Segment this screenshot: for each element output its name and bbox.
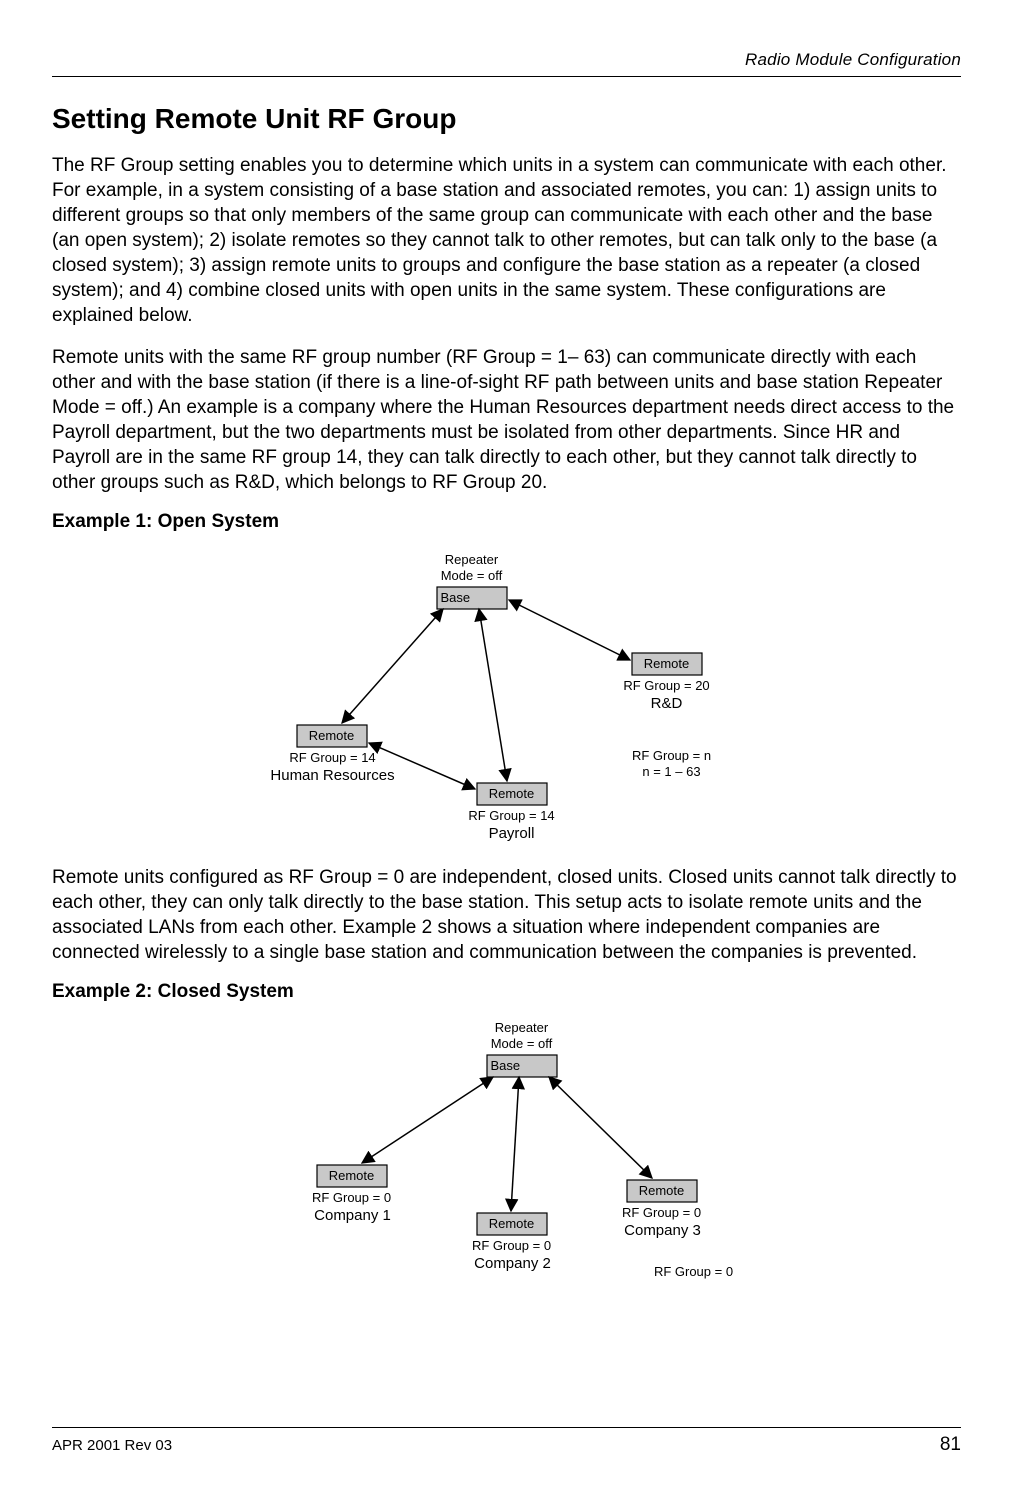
mode-label: Mode = off xyxy=(435,569,509,584)
n-group-label: RF Group = n xyxy=(617,749,727,764)
c3-group-label: RF Group = 0 xyxy=(615,1206,709,1221)
base-label: Base xyxy=(437,591,511,606)
base-label-2: Base xyxy=(487,1059,561,1074)
mode-label-2: Mode = off xyxy=(485,1037,559,1052)
paragraph-2: Remote units with the same RF group numb… xyxy=(52,345,961,495)
paragraph-3: Remote units configured as RF Group = 0 … xyxy=(52,865,961,965)
c3-name-label: Company 3 xyxy=(613,1222,713,1239)
rd-group-label: RF Group = 20 xyxy=(617,679,717,694)
c2-name-label: Company 2 xyxy=(463,1255,563,1272)
payroll-group-label: RF Group = 14 xyxy=(462,809,562,824)
header-rule xyxy=(52,76,961,77)
diagram-closed-system: Repeater Mode = off Base Remote RF Group… xyxy=(187,1015,827,1295)
diagram-open-system: Repeater Mode = off Base Remote RF Group… xyxy=(187,545,827,845)
footer: APR 2001 Rev 03 81 xyxy=(52,1427,961,1456)
payroll-remote-label: Remote xyxy=(477,787,547,802)
hr-remote-label: Remote xyxy=(297,729,367,744)
header-section: Radio Module Configuration xyxy=(52,50,961,70)
c1-remote-label: Remote xyxy=(317,1169,387,1184)
footer-left: APR 2001 Rev 03 xyxy=(52,1437,172,1454)
c1-group-label: RF Group = 0 xyxy=(305,1191,399,1206)
rd-name-label: R&D xyxy=(635,695,699,712)
paragraph-1: The RF Group setting enables you to dete… xyxy=(52,153,961,329)
page-number: 81 xyxy=(940,1434,961,1456)
repeater-label-2: Repeater xyxy=(487,1021,557,1036)
payroll-name-label: Payroll xyxy=(472,825,552,842)
c3-remote-label: Remote xyxy=(627,1184,697,1199)
c1-name-label: Company 1 xyxy=(303,1207,403,1224)
c2-group-label: RF Group = 0 xyxy=(465,1239,559,1254)
aside-group-label: RF Group = 0 xyxy=(639,1265,749,1280)
example-2-heading: Example 2: Closed System xyxy=(52,981,961,1003)
c2-remote-label: Remote xyxy=(477,1217,547,1232)
n-range-label: n = 1 – 63 xyxy=(627,765,717,780)
hr-group-label: RF Group = 14 xyxy=(283,751,383,766)
repeater-label: Repeater xyxy=(437,553,507,568)
rd-remote-label: Remote xyxy=(632,657,702,672)
example-1-heading: Example 1: Open System xyxy=(52,511,961,533)
page-title: Setting Remote Unit RF Group xyxy=(52,103,961,135)
hr-name-label: Human Resources xyxy=(253,767,413,784)
page: Radio Module Configuration Setting Remot… xyxy=(0,0,1013,1496)
